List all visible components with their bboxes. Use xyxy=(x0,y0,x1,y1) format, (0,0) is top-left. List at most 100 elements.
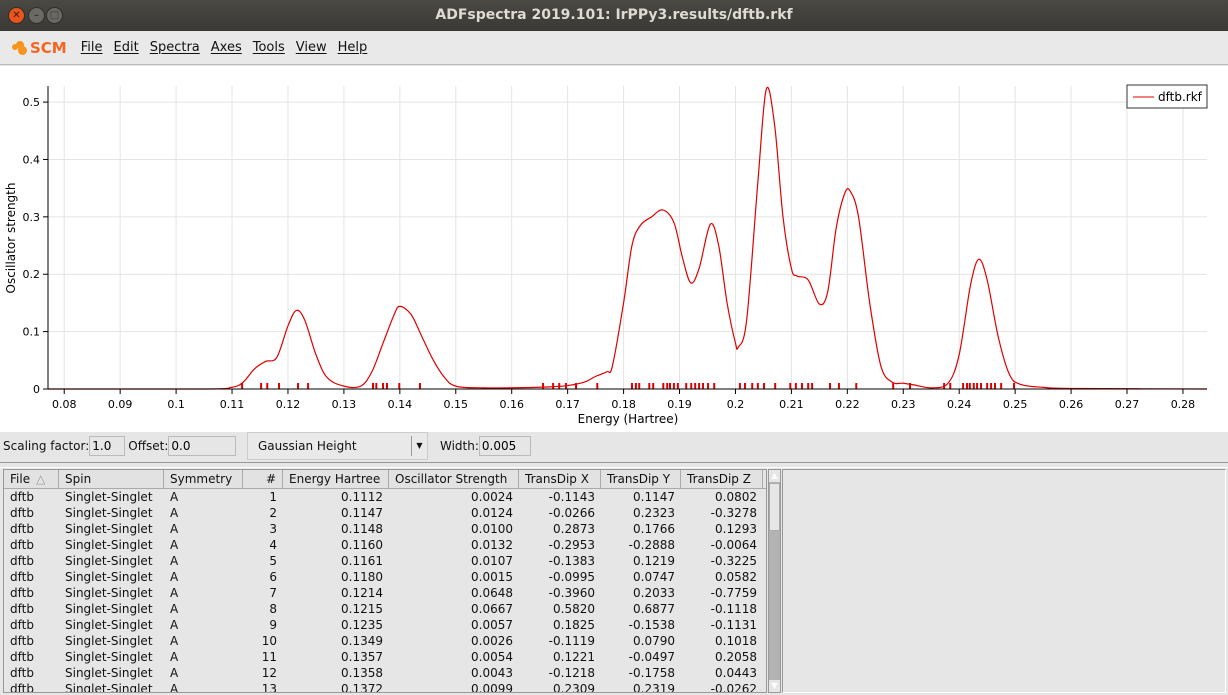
table-cell: A xyxy=(170,586,179,600)
scroll-thumb[interactable] xyxy=(769,483,780,531)
maximize-icon[interactable]: □ xyxy=(46,7,63,24)
table-cell: 0.1372 xyxy=(341,682,383,693)
table-cell: 0.1349 xyxy=(341,634,383,648)
table-row[interactable]: dftb Singlet-Singlet A 4 0.1160 0.0132 -0.2953… xyxy=(4,537,766,553)
spectrum-plot[interactable]: 0.08 0.09 0.1 0.11 0.12 0.13 0.14 0.15 0.16 0.17 0… xyxy=(0,66,1228,432)
table-cell: 0.1112 xyxy=(341,490,383,504)
table-row[interactable]: dftb Singlet-Singlet A 9 0.1235 0.0057 0.1825 -… xyxy=(4,617,766,633)
table-row[interactable]: dftb Singlet-Singlet A 12 0.1358 0.0043 -0.121… xyxy=(4,665,766,681)
table-row[interactable]: dftb Singlet-Singlet A 5 0.1161 0.0107 -0.1383… xyxy=(4,553,766,569)
column-header[interactable]: TransDip Y xyxy=(601,470,681,488)
table-cell: A xyxy=(170,490,179,504)
width-input[interactable] xyxy=(478,436,531,456)
menu-edit[interactable]: Edit xyxy=(114,40,139,55)
table-cell: -0.1118 xyxy=(710,602,757,616)
table-cell: 0.1160 xyxy=(341,538,383,552)
table-cell: dftb xyxy=(10,554,34,568)
x-tick-label: 0.17 xyxy=(555,398,580,411)
chevron-down-icon[interactable]: ▼ xyxy=(411,436,427,456)
column-header[interactable]: Spin xyxy=(59,470,164,488)
x-tick-label: 0.27 xyxy=(1115,398,1140,411)
column-header[interactable]: TransDip Z xyxy=(681,470,763,488)
table-cell: -0.1119 xyxy=(548,634,595,648)
table-row[interactable]: dftb Singlet-Singlet A 11 0.1357 0.0054 0.1221… xyxy=(4,649,766,665)
menu-axes[interactable]: Axes xyxy=(211,40,242,55)
table-cell: 0.0099 xyxy=(471,682,513,693)
offset-input[interactable] xyxy=(168,436,237,456)
table-cell: 12 xyxy=(261,666,277,680)
table-cell: dftb xyxy=(10,490,34,504)
table-cell: -0.0262 xyxy=(710,682,757,693)
table-row[interactable]: dftb Singlet-Singlet A 13 0.1372 0.0099 0.2309… xyxy=(4,681,766,693)
table-cell: 0.0100 xyxy=(471,522,513,536)
column-header[interactable]: File △ xyxy=(4,470,59,488)
table-row[interactable]: dftb Singlet-Singlet A 8 0.1215 0.0667 0.5820 0… xyxy=(4,601,766,617)
column-header[interactable]: TransDip X xyxy=(519,470,601,488)
spectrum-chart[interactable]: 0.08 0.09 0.1 0.11 0.12 0.13 0.14 0.15 0.16 0.17 0… xyxy=(0,66,1228,432)
table-cell: dftb xyxy=(10,634,34,648)
menu-view[interactable]: View xyxy=(296,40,327,55)
table-cell: 0.0132 xyxy=(471,538,513,552)
window-title: ADFspectra 2019.101: IrPPy3.results/dftb… xyxy=(435,7,793,23)
table-row[interactable]: dftb Singlet-Singlet A 7 0.1214 0.0648 -0.3960… xyxy=(4,585,766,601)
table-row[interactable]: dftb Singlet-Singlet A 6 0.1180 0.0015 -0.0995… xyxy=(4,569,766,585)
table-cell: 0.0747 xyxy=(633,570,675,584)
table-cell: 0.0648 xyxy=(471,586,513,600)
table-cell: Singlet-Singlet xyxy=(65,666,153,680)
x-tick-label: 0.23 xyxy=(891,398,916,411)
column-header[interactable]: Energy Hartree xyxy=(283,470,389,488)
logo-icon xyxy=(12,40,28,55)
table-cell: 0.2319 xyxy=(633,682,675,693)
table-cell: 0.1018 xyxy=(715,634,757,648)
column-header-label: TransDip X xyxy=(525,472,589,486)
table-row[interactable]: dftb Singlet-Singlet A 2 0.1147 0.0124 -0.0266… xyxy=(4,505,766,521)
x-axis-label: Energy (Hartree) xyxy=(578,412,679,426)
table-cell: 0.1219 xyxy=(633,554,675,568)
vertical-scrollbar[interactable]: ▲ ▼ xyxy=(768,469,781,693)
table-cell: Singlet-Singlet xyxy=(65,538,153,552)
table-cell: Singlet-Singlet xyxy=(65,650,153,664)
broadening-value: Gaussian Height xyxy=(258,439,357,453)
splitter-handle[interactable] xyxy=(0,462,1228,468)
table-row[interactable]: dftb Singlet-Singlet A 3 0.1148 0.0100 0.2873 0… xyxy=(4,521,766,537)
logo-text: SCM xyxy=(30,38,67,57)
column-header[interactable]: Oscillator Strength xyxy=(389,470,519,488)
scroll-down-icon[interactable]: ▼ xyxy=(769,680,780,692)
scroll-up-icon[interactable]: ▲ xyxy=(769,470,780,482)
column-header-label: Oscillator Strength xyxy=(395,472,508,486)
x-tick-label: 0.16 xyxy=(499,398,524,411)
menu-help[interactable]: Help xyxy=(338,40,368,55)
table-row[interactable]: dftb Singlet-Singlet A 1 0.1112 0.0024 -0.1143… xyxy=(4,489,766,505)
menu-file[interactable]: File xyxy=(81,40,103,55)
table-row[interactable]: dftb Singlet-Singlet A 10 0.1349 0.0026 -0.111… xyxy=(4,633,766,649)
table-cell: A xyxy=(170,634,179,648)
table-cell: 0.0026 xyxy=(471,634,513,648)
table-cell: 0.6877 xyxy=(633,602,675,616)
scaling-input[interactable] xyxy=(89,436,126,456)
table-cell: dftb xyxy=(10,650,34,664)
table-cell: Singlet-Singlet xyxy=(65,586,153,600)
table-cell: 0.1357 xyxy=(341,650,383,664)
table-cell: A xyxy=(170,650,179,664)
table-cell: -0.1131 xyxy=(710,618,757,632)
minimize-icon[interactable]: – xyxy=(28,7,45,24)
x-tick-label: 0.15 xyxy=(444,398,469,411)
broadening-select[interactable]: Gaussian Height ▼ xyxy=(247,432,428,460)
table-cell: A xyxy=(170,666,179,680)
menu-tools[interactable]: Tools xyxy=(253,40,285,55)
table-cell: -0.3278 xyxy=(710,506,757,520)
table-cell: -0.3960 xyxy=(548,586,595,600)
column-header[interactable]: # xyxy=(243,470,283,488)
table-cell: 0.1358 xyxy=(341,666,383,680)
table-cell: dftb xyxy=(10,522,34,536)
close-icon[interactable]: ✕ xyxy=(8,7,25,24)
table-cell: 0.2323 xyxy=(633,506,675,520)
table-cell: dftb xyxy=(10,666,34,680)
column-header[interactable]: Symmetry xyxy=(164,470,243,488)
table-cell: -0.0266 xyxy=(548,506,595,520)
table-cell: 0.0443 xyxy=(715,666,757,680)
x-tick-label: 0.18 xyxy=(611,398,636,411)
table-cell: A xyxy=(170,522,179,536)
legend-label: dftb.rkf xyxy=(1158,90,1203,104)
menu-spectra[interactable]: Spectra xyxy=(150,40,200,55)
